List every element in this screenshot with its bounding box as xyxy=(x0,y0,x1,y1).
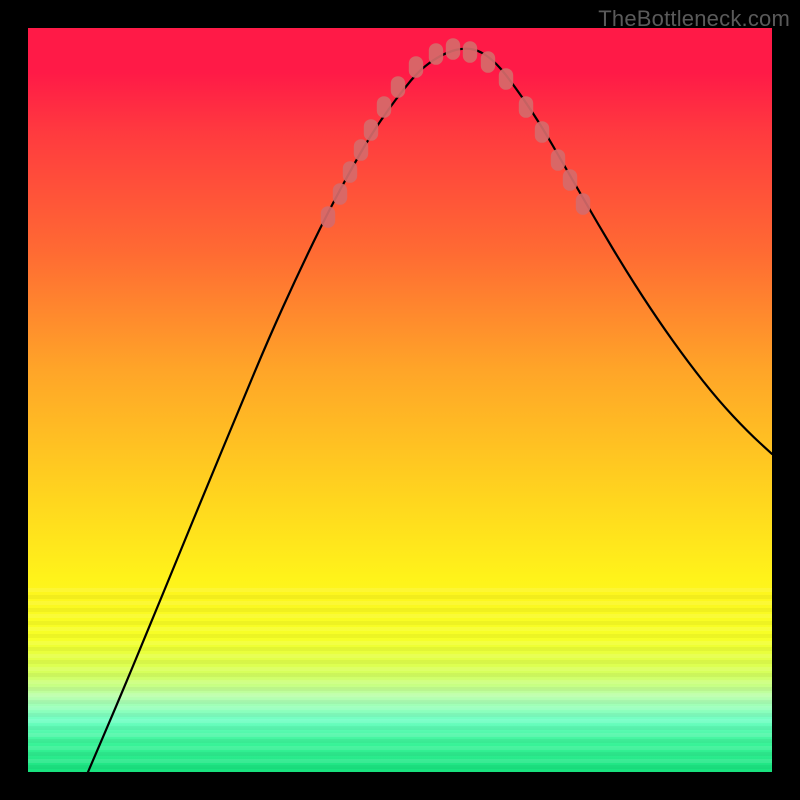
highlight-dot xyxy=(377,96,391,118)
curve-overlay xyxy=(28,28,772,772)
bottleneck-curve xyxy=(88,49,772,772)
highlight-dot xyxy=(499,68,513,90)
highlight-dot xyxy=(576,193,590,215)
highlight-dot xyxy=(321,206,335,228)
highlight-dot xyxy=(343,161,357,183)
chart-stage: TheBottleneck.com xyxy=(0,0,800,800)
highlight-dot xyxy=(364,119,378,141)
highlight-dot xyxy=(563,169,577,191)
watermark-text: TheBottleneck.com xyxy=(598,6,790,32)
highlight-dot xyxy=(333,183,347,205)
highlight-dot xyxy=(535,121,549,143)
plot-area xyxy=(28,28,772,772)
highlight-dot xyxy=(463,41,477,63)
highlight-dot xyxy=(429,43,443,65)
highlight-dot xyxy=(409,56,423,78)
highlight-markers xyxy=(321,38,590,228)
highlight-dot xyxy=(519,96,533,118)
highlight-dot xyxy=(551,149,565,171)
highlight-dot xyxy=(446,38,460,60)
highlight-dot xyxy=(354,139,368,161)
highlight-dot xyxy=(481,51,495,73)
highlight-dot xyxy=(391,76,405,98)
